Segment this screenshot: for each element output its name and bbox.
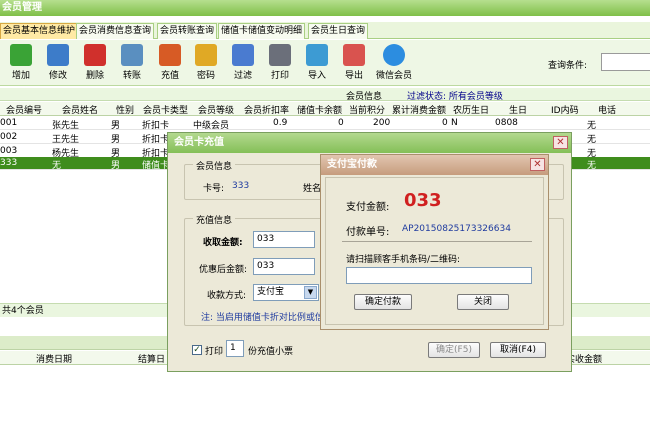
export-icon — [343, 44, 365, 66]
search-label: 查询条件: — [548, 61, 588, 71]
group-label: 会员信息 — [346, 92, 383, 102]
wechat-member-button[interactable]: 微信会员 — [374, 44, 414, 84]
alipay-content: 支付金额: 033 付款单号: AP20150825173326634 请扫描顾… — [325, 177, 544, 325]
print-icon — [269, 44, 291, 66]
col-settle-date[interactable]: 结算日 — [138, 352, 165, 365]
tab-birthday-query[interactable]: 会员生日查询 — [308, 23, 369, 39]
tab-transfer-query[interactable]: 会员转账查询 — [157, 23, 218, 39]
col-member-no[interactable]: 会员编号 — [6, 103, 42, 116]
print-checkbox[interactable]: ✓ — [192, 345, 202, 355]
filter-icon — [232, 44, 254, 66]
import-icon — [306, 44, 328, 66]
col-level[interactable]: 会员等级 — [198, 103, 234, 116]
pay-amount-value: 033 — [404, 190, 442, 211]
tab-consumption-query[interactable]: 会员消费信息查询 — [76, 23, 155, 39]
filter-status: 过滤状态: 所有会员等级 — [407, 92, 503, 102]
col-card-type[interactable]: 会员卡类型 — [143, 103, 188, 116]
print-button[interactable]: 打印 — [264, 44, 296, 84]
grid-header: 会员编号 会员姓名 性别 会员卡类型 会员等级 会员折扣率 储值卡余额 当前积分… — [0, 102, 650, 116]
discounted-label: 优惠后金额: — [199, 265, 248, 275]
delete-button[interactable]: 删除 — [79, 44, 111, 84]
recharge-dialog-title: 会员卡充值 — [168, 133, 571, 153]
search-input[interactable] — [601, 53, 650, 71]
export-button[interactable]: 导出 — [338, 44, 370, 84]
discounted-input[interactable]: 033 — [253, 258, 315, 275]
card-no-value: 333 — [232, 181, 250, 191]
order-no-label: 付款单号: — [346, 227, 390, 238]
tab-stored-value-detail[interactable]: 储值卡储值变动明细 — [218, 23, 306, 39]
col-balance[interactable]: 储值卡余额 — [297, 103, 342, 116]
filter-button[interactable]: 过滤 — [227, 44, 259, 84]
tab-strip: 会员基本信息维护 会员消费信息查询 会员转账查询 储值卡储值变动明细 会员生日查… — [0, 22, 650, 39]
scan-label: 请扫描顾客手机条码/二维码: — [346, 255, 461, 265]
chevron-down-icon: ▼ — [304, 286, 317, 299]
edit-icon — [47, 44, 69, 66]
col-points[interactable]: 当前积分 — [349, 103, 385, 116]
col-lunar-birthday[interactable]: 农历生日 — [453, 103, 489, 116]
key-icon — [195, 44, 217, 66]
col-member-name[interactable]: 会员姓名 — [62, 103, 98, 116]
wechat-icon — [383, 44, 405, 66]
divider — [342, 241, 532, 242]
col-discount[interactable]: 会员折扣率 — [244, 103, 289, 116]
col-gender[interactable]: 性别 — [116, 103, 134, 116]
pay-method-label: 收款方式: — [207, 291, 247, 301]
col-total-spend[interactable]: 累计消费金额 — [392, 103, 446, 116]
print-copies-input[interactable]: 1 — [226, 340, 244, 357]
table-row[interactable]: 001 张先生 男 折扣卡 中级会员 0.9 0 200 0 N 0808 无 — [0, 117, 650, 131]
alipay-dialog-title: 支付宝付款 — [321, 155, 548, 175]
window-title: 会员管理 — [0, 0, 650, 16]
add-icon — [10, 44, 32, 66]
transfer-icon — [121, 44, 143, 66]
order-no-value: AP20150825173326634 — [402, 224, 511, 234]
col-consume-date[interactable]: 消费日期 — [36, 352, 72, 365]
col-id-code[interactable]: ID内码 — [551, 103, 579, 116]
grid-group-bar: 会员信息 过滤状态: 所有会员等级 — [0, 88, 650, 102]
add-button[interactable]: 增加 — [5, 44, 37, 84]
alipay-close-icon[interactable]: ✕ — [530, 158, 545, 171]
note-text: 注: 当启用储值卡折对比例或信 — [201, 313, 324, 323]
recharge-icon — [159, 44, 181, 66]
tab-member-info[interactable]: 会员基本信息维护 — [0, 23, 79, 39]
card-no-label: 卡号: — [203, 184, 225, 194]
cancel-button[interactable]: 取消(F4) — [490, 342, 546, 358]
recharge-button[interactable]: 充值 — [154, 44, 186, 84]
col-birthday[interactable]: 生日 — [509, 103, 527, 116]
amount-input[interactable]: 033 — [253, 231, 315, 248]
alipay-dialog: 支付宝付款 ✕ 支付金额: 033 付款单号: AP20150825173326… — [320, 154, 549, 330]
pay-amount-label: 支付金额: — [346, 202, 390, 213]
pay-method-select[interactable]: 支付宝 ▼ — [253, 284, 319, 301]
delete-icon — [84, 44, 106, 66]
transfer-button[interactable]: 转账 — [116, 44, 148, 84]
confirm-pay-button[interactable]: 确定付款 — [354, 294, 412, 310]
amount-label: 收取金额: — [203, 238, 243, 248]
password-button[interactable]: 密码 — [190, 44, 222, 84]
recharge-close-button[interactable]: ✕ — [553, 136, 568, 149]
confirm-button[interactable]: 确定(F5) — [428, 342, 480, 358]
import-button[interactable]: 导入 — [301, 44, 333, 84]
col-phone[interactable]: 电话 — [598, 103, 616, 116]
name-label: 姓名 — [303, 184, 322, 194]
print-suffix: 份充值小票 — [248, 347, 294, 357]
close-button[interactable]: 关闭 — [457, 294, 509, 310]
edit-button[interactable]: 修改 — [42, 44, 74, 84]
print-label: 打印 — [205, 347, 224, 357]
scan-code-input[interactable] — [346, 267, 532, 284]
